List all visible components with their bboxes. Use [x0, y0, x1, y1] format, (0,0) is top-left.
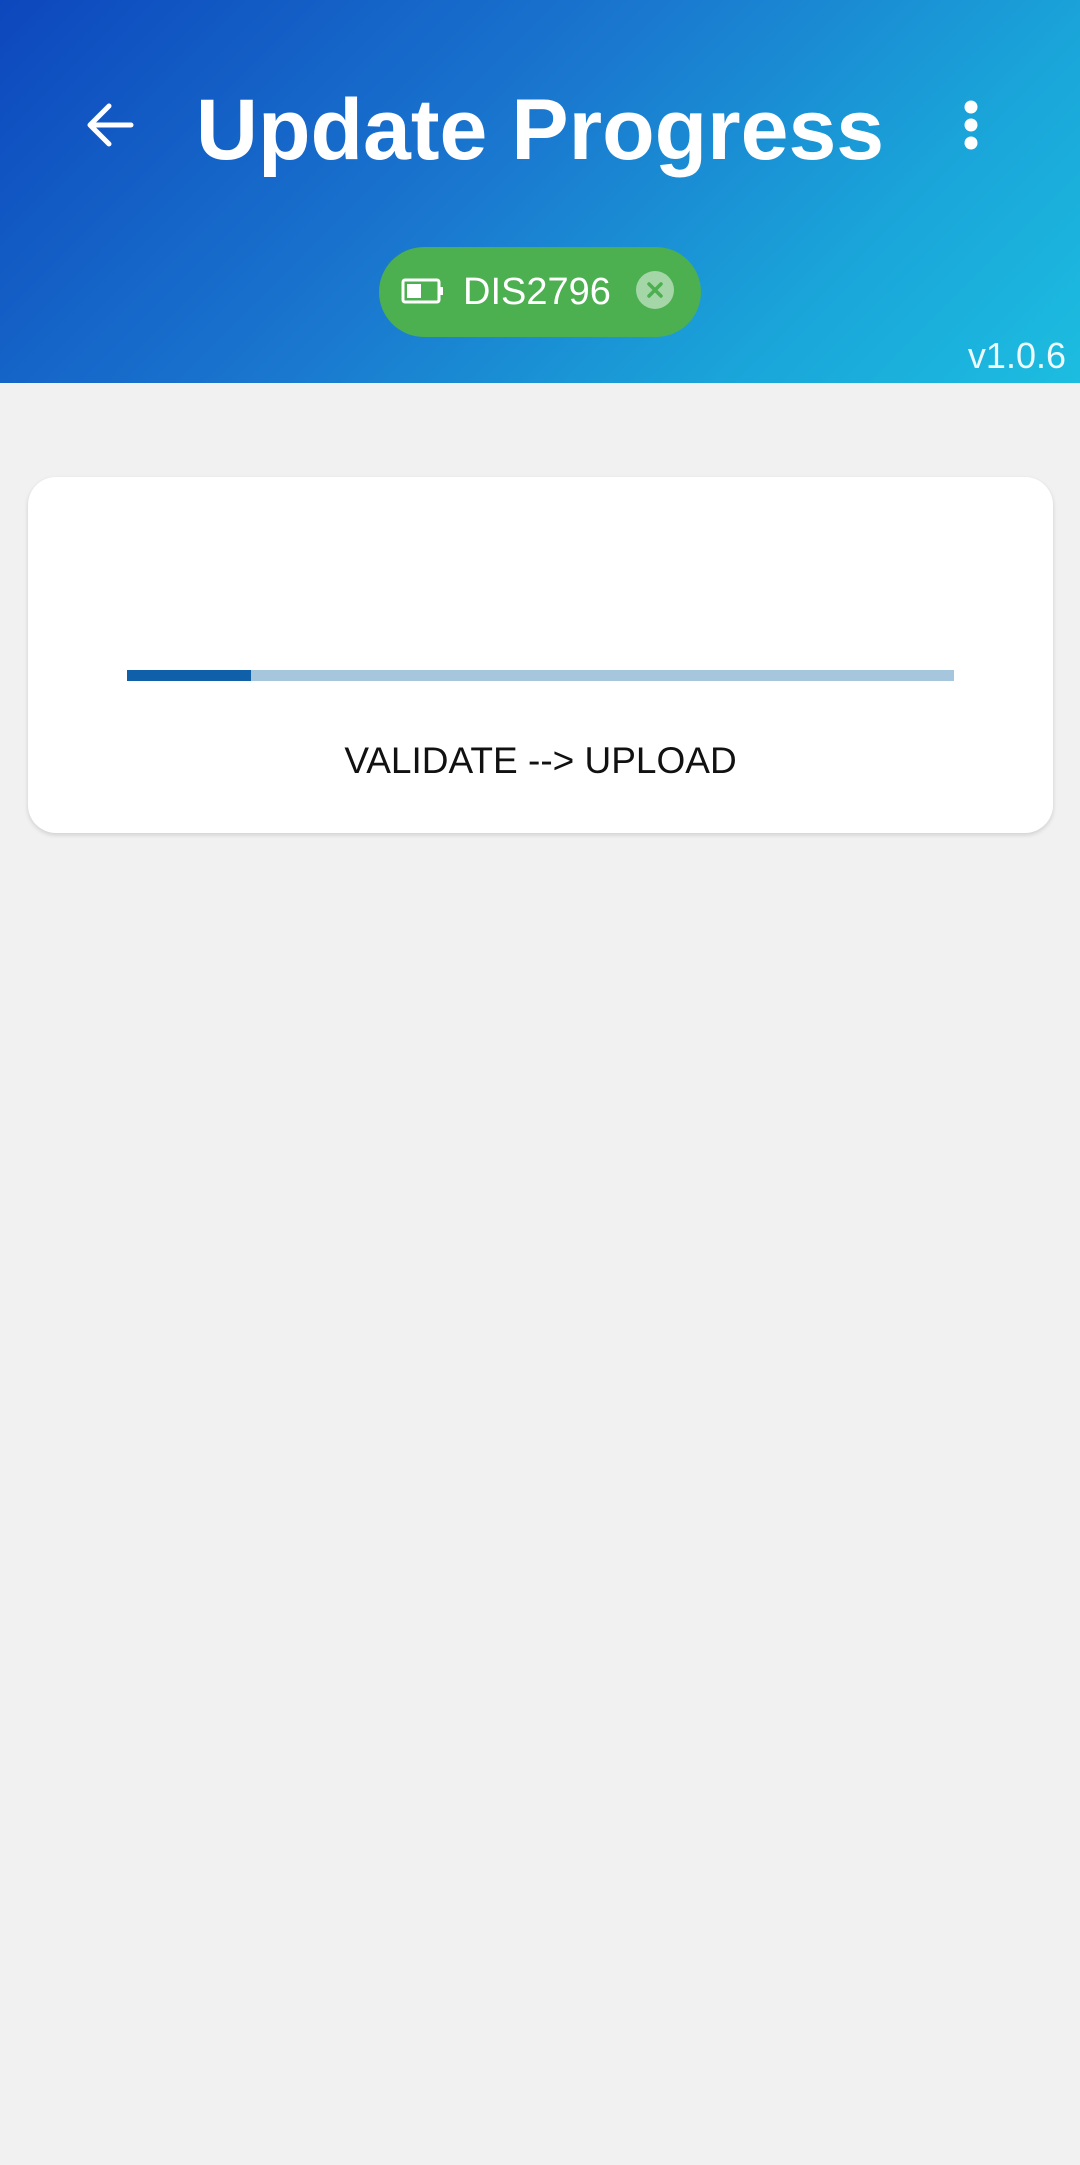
- progress-bar: [127, 670, 954, 681]
- progress-bar-fill: [127, 670, 252, 681]
- close-circle-icon[interactable]: [636, 271, 674, 309]
- page-title: Update Progress: [195, 82, 885, 178]
- app-header: Update Progress DIS2796 v1.0.6: [0, 0, 1080, 383]
- overflow-menu-button[interactable]: [940, 90, 1002, 160]
- device-chip[interactable]: DIS2796: [379, 247, 701, 337]
- progress-card: VALIDATE --> UPLOAD: [28, 477, 1053, 833]
- battery-icon: [401, 278, 443, 304]
- device-chip-label: DIS2796: [463, 271, 611, 313]
- app-version: v1.0.6: [967, 335, 1066, 376]
- progress-status-text: VALIDATE --> UPLOAD: [344, 740, 737, 781]
- more-vert-icon: [964, 100, 978, 150]
